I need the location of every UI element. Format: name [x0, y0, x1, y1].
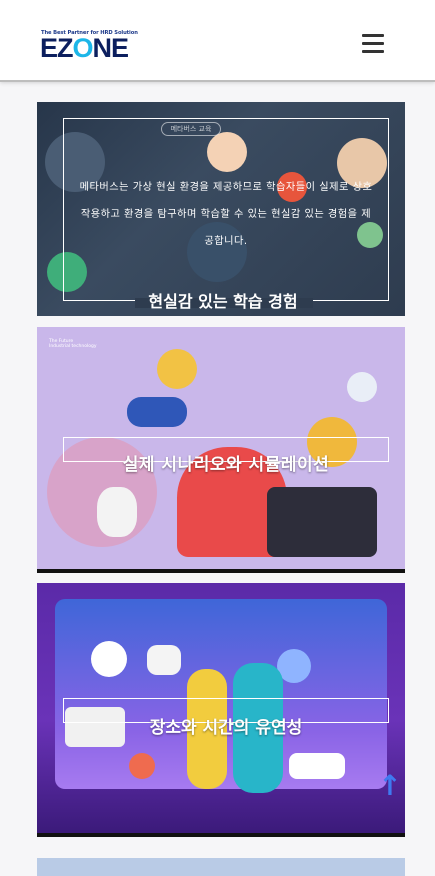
illustration-astronaut	[347, 372, 377, 402]
at-sign-icon	[91, 641, 127, 677]
card-title: 현실감 있는 학습 경험	[148, 292, 298, 311]
card-title: 장소와 시간의 유연성	[149, 718, 303, 738]
feature-card-flexibility[interactable]: 장소와 시간의 유연성	[37, 583, 405, 837]
illustration-robot	[97, 487, 137, 537]
illustration-figure	[127, 397, 187, 427]
hearts-bubble-icon	[289, 753, 345, 779]
chat-bubble-icon	[147, 645, 181, 675]
site-header: The Best Partner for HRD Solution EZONE	[0, 0, 435, 82]
feature-card-next[interactable]	[37, 858, 405, 876]
arrow-up-icon[interactable]: ↑	[376, 771, 404, 801]
ezone-logo[interactable]: The Best Partner for HRD Solution EZONE	[40, 30, 138, 64]
cube-icon	[129, 753, 155, 779]
corner-text: The Future Industrial technology	[49, 339, 97, 349]
card-description: 메타버스는 가상 현실 환경을 제공하므로 학습자들이 실제로 상호 작용하고 …	[79, 182, 373, 247]
feature-card-scenario-simulation[interactable]: The Future Industrial technology 실제 시나리오…	[37, 327, 405, 573]
illustration-figure	[157, 349, 197, 389]
card-title: 실제 시나리오와 시뮬레이션	[122, 455, 330, 475]
card-badge: 메타버스 교육	[161, 122, 221, 136]
hamburger-menu-icon[interactable]	[362, 34, 384, 54]
illustration-city	[267, 487, 377, 557]
feature-card-realistic-learning[interactable]: 메타버스 교육 메타버스는 가상 현실 환경을 제공하므로 학습자들이 실제로 …	[37, 102, 405, 316]
logo-wordmark: EZONE	[40, 33, 129, 63]
